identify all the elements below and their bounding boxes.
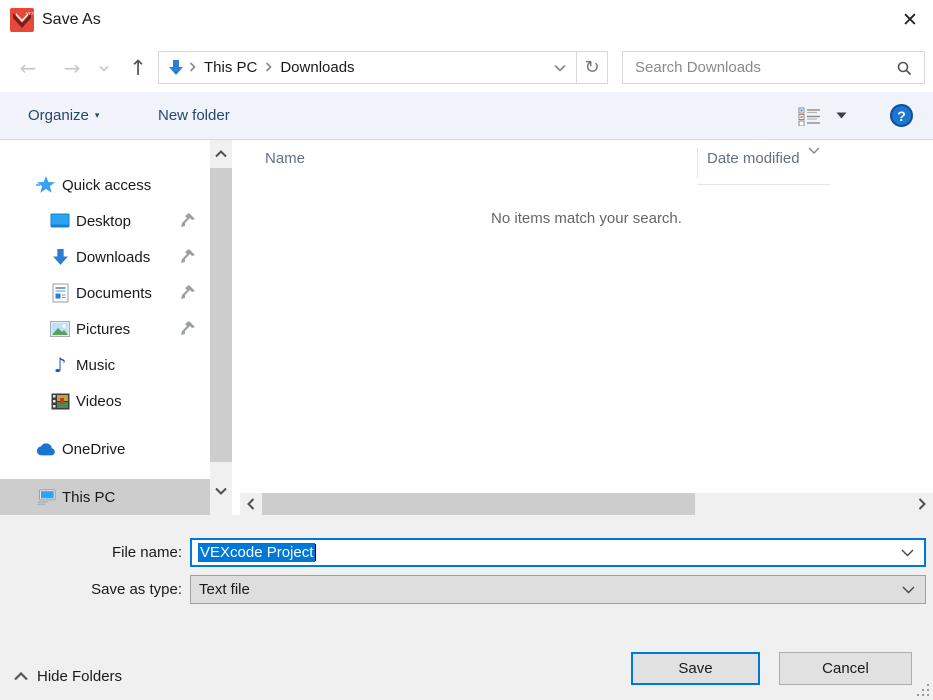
- save-as-dialog: VEX Save As ✕ ← → ↑ This PC Downloads: [0, 0, 933, 700]
- forward-icon[interactable]: →: [56, 44, 88, 92]
- resize-grip[interactable]: [917, 684, 929, 696]
- file-name-selected-text: VEXcode Project: [198, 543, 315, 562]
- sort-chevron-icon[interactable]: [808, 141, 820, 159]
- search-icon[interactable]: [896, 60, 924, 76]
- help-glyph: ?: [890, 104, 913, 127]
- breadcrumb-downloads[interactable]: Downloads: [276, 59, 358, 76]
- scrollbar-thumb[interactable]: [262, 493, 695, 515]
- save-as-type-select[interactable]: Text file: [190, 575, 926, 604]
- navigation-bar: ← → ↑ This PC Downloads ↻: [0, 44, 933, 92]
- empty-folder-message: No items match your search.: [240, 210, 933, 227]
- quick-access-star-icon: [36, 175, 56, 195]
- hide-folders-button[interactable]: Hide Folders: [14, 661, 122, 691]
- documents-icon: [50, 283, 70, 303]
- sidebar-item-pictures[interactable]: Pictures: [0, 311, 210, 347]
- sidebar-item-label: Desktop: [76, 213, 131, 230]
- videos-icon: [50, 391, 70, 411]
- sidebar-item-quick-access[interactable]: Quick access: [0, 167, 210, 203]
- sidebar-item-desktop[interactable]: Desktop: [0, 203, 210, 239]
- sidebar-item-label: Pictures: [76, 321, 130, 338]
- this-pc-label: This PC: [62, 489, 115, 506]
- save-as-type-value: Text file: [199, 581, 250, 598]
- breadcrumb-this-pc[interactable]: This PC: [200, 59, 261, 76]
- view-details-icon[interactable]: [798, 92, 822, 139]
- hide-folders-label: Hide Folders: [37, 668, 122, 685]
- save-label: Save: [678, 660, 712, 677]
- quick-access-label: Quick access: [62, 177, 151, 194]
- sidebar-item-label: Downloads: [76, 249, 150, 266]
- onedrive-label: OneDrive: [62, 441, 125, 458]
- sidebar-item-this-pc[interactable]: This PC: [0, 479, 210, 515]
- back-icon[interactable]: ←: [12, 44, 44, 92]
- scrollbar-thumb[interactable]: [210, 168, 232, 462]
- organize-caret-icon: ▾: [95, 110, 100, 121]
- address-dropdown-chevron-icon[interactable]: [544, 52, 576, 83]
- music-icon: ♪: [50, 355, 70, 375]
- sidebar-item-label: Documents: [76, 285, 152, 302]
- save-button[interactable]: Save: [631, 652, 760, 685]
- bottom-panel: File name: VEXcode Project Save as type:…: [0, 515, 933, 700]
- breadcrumb-chevron-icon: [265, 59, 272, 77]
- file-name-dropdown-chevron-icon[interactable]: [901, 544, 924, 562]
- downloads-icon: [50, 247, 70, 267]
- content-area: Quick access Desktop Downloads: [0, 140, 933, 515]
- help-icon[interactable]: ?: [890, 92, 913, 139]
- onedrive-cloud-icon: [36, 439, 56, 459]
- organize-label: Organize: [28, 107, 89, 124]
- sidebar-item-videos[interactable]: Videos: [0, 383, 210, 419]
- column-header-underline: [697, 184, 830, 185]
- sidebar-item-label: Videos: [76, 393, 122, 410]
- search-box: [622, 51, 925, 84]
- new-folder-label: New folder: [158, 107, 230, 124]
- column-header-name[interactable]: Name: [265, 150, 305, 167]
- title-bar: VEX Save As ✕: [0, 0, 933, 44]
- search-input[interactable]: [623, 59, 896, 76]
- cancel-button[interactable]: Cancel: [779, 652, 912, 685]
- file-name-input[interactable]: VEXcode Project: [190, 538, 926, 567]
- svg-text:VEX: VEX: [26, 11, 34, 16]
- pin-icon: [180, 248, 196, 264]
- address-location-icon: [159, 52, 185, 83]
- scroll-up-icon[interactable]: [210, 142, 232, 166]
- column-header-date-modified[interactable]: Date modified: [707, 150, 800, 167]
- scroll-down-icon[interactable]: [210, 479, 232, 503]
- pin-icon: [180, 284, 196, 300]
- close-icon[interactable]: ✕: [895, 6, 925, 34]
- pictures-icon: [50, 319, 70, 339]
- organize-button[interactable]: Organize ▾: [28, 92, 99, 139]
- sidebar-item-onedrive[interactable]: OneDrive: [0, 431, 210, 467]
- list-horizontal-scrollbar[interactable]: [240, 493, 933, 515]
- scroll-right-icon[interactable]: [911, 493, 933, 515]
- sidebar-item-downloads[interactable]: Downloads: [0, 239, 210, 275]
- address-bar[interactable]: This PC Downloads ↻: [158, 51, 608, 84]
- scroll-left-icon[interactable]: [240, 493, 262, 515]
- command-toolbar: Organize ▾ New folder ?: [0, 92, 933, 140]
- view-options-caret-icon[interactable]: [836, 92, 847, 139]
- desktop-icon: [50, 211, 70, 231]
- sidebar-item-label: Music: [76, 357, 115, 374]
- downloads-mini-icon: [167, 59, 185, 77]
- this-pc-icon: [36, 487, 56, 507]
- file-list: Name Date modified No items match your s…: [240, 140, 933, 515]
- refresh-icon[interactable]: ↻: [576, 52, 607, 83]
- navigation-pane: Quick access Desktop Downloads: [0, 140, 210, 515]
- new-folder-button[interactable]: New folder: [158, 92, 230, 139]
- cancel-label: Cancel: [822, 660, 869, 677]
- up-icon[interactable]: ↑: [122, 44, 154, 92]
- save-as-type-dropdown-chevron-icon[interactable]: [902, 581, 925, 599]
- text-cursor: [315, 544, 316, 561]
- sidebar-scrollbar[interactable]: [210, 140, 232, 515]
- breadcrumb-chevron-icon: [189, 59, 196, 77]
- sidebar-item-documents[interactable]: Documents: [0, 275, 210, 311]
- window-title: Save As: [42, 11, 101, 29]
- save-as-type-label: Save as type:: [2, 581, 182, 598]
- file-name-label: File name:: [2, 544, 182, 561]
- chevron-up-icon: [14, 672, 28, 681]
- recent-locations-chevron-icon[interactable]: [94, 44, 114, 92]
- pin-icon: [180, 212, 196, 228]
- sidebar-item-music[interactable]: ♪ Music: [0, 347, 210, 383]
- pin-icon: [180, 320, 196, 336]
- column-separator[interactable]: [697, 148, 698, 178]
- vexcode-app-icon: VEX: [10, 8, 34, 32]
